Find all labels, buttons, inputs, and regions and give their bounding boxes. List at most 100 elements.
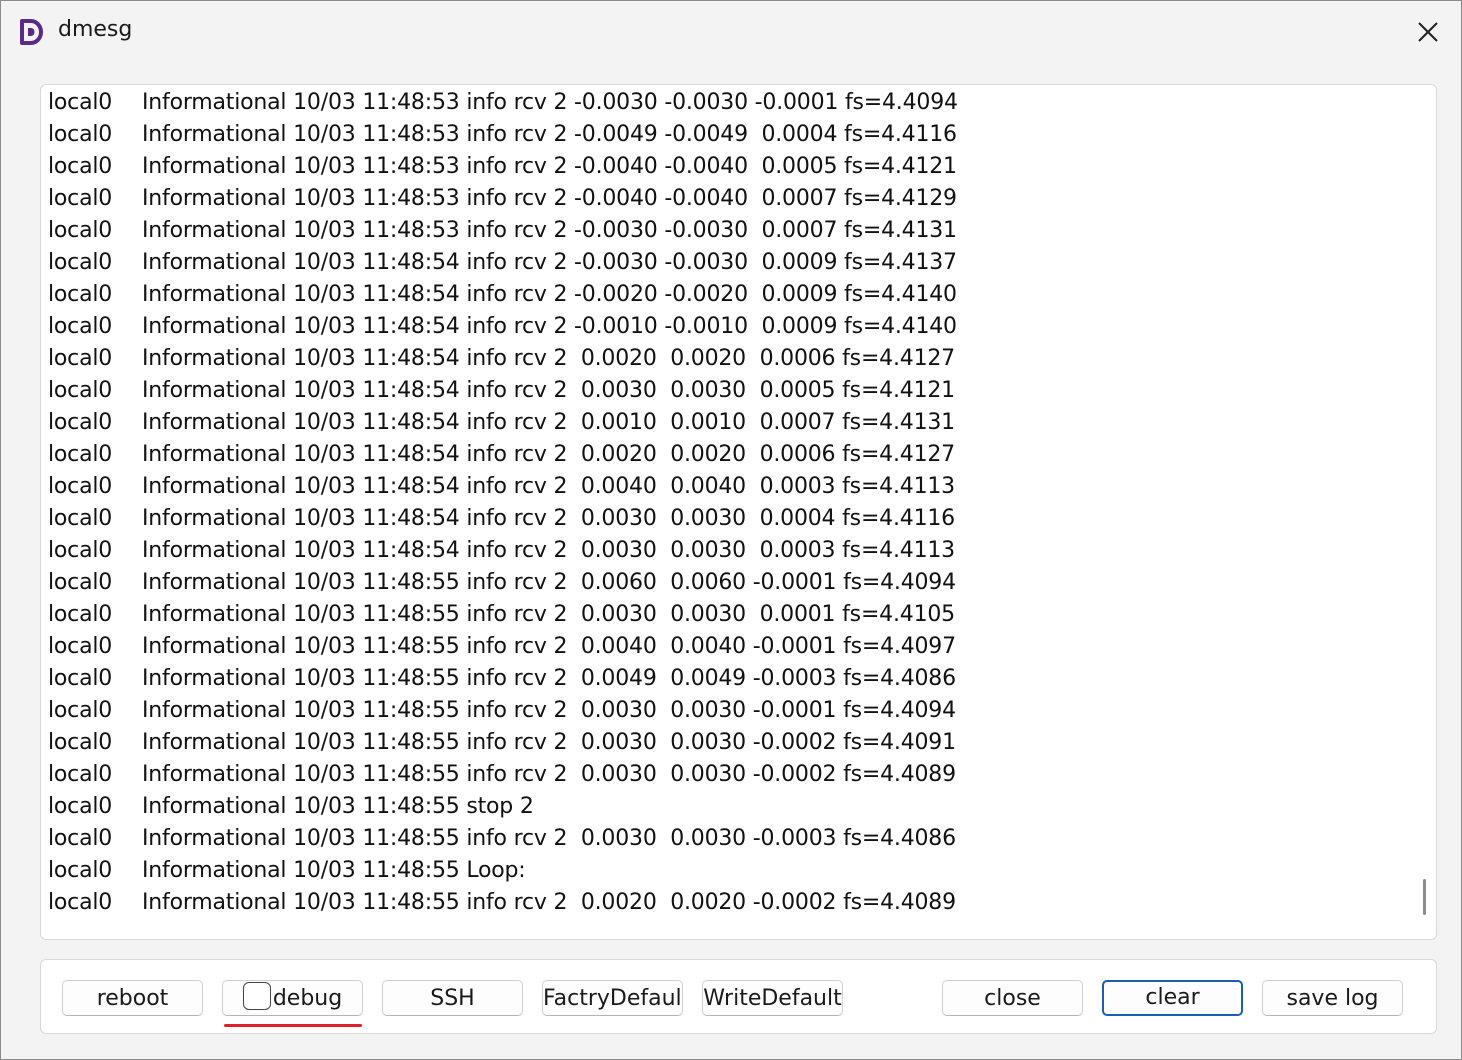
red-underline-annotation (224, 1024, 362, 1027)
log-line-message: Informational 10/03 11:48:55 info rcv 2 … (142, 890, 956, 915)
log-line-message: Informational 10/03 11:48:55 info rcv 2 … (142, 570, 956, 595)
log-line-source: local0 (48, 250, 113, 275)
log-line-message: Informational 10/03 11:48:54 info rcv 2 … (142, 346, 955, 371)
log-line: local0 Informational 10/03 11:48:53 info … (48, 183, 958, 215)
log-text-area[interactable]: local0 Informational 10/03 11:48:53 info … (40, 84, 1437, 940)
log-line: local0 Informational 10/03 11:48:54 info … (48, 503, 958, 535)
log-line: local0 Informational 10/03 11:48:55 info … (48, 663, 958, 695)
log-line-source: local0 (48, 346, 113, 371)
log-line-source: local0 (48, 826, 113, 851)
log-line-source: local0 (48, 730, 113, 755)
reboot-button[interactable]: reboot (62, 980, 203, 1016)
log-line: local0 Informational 10/03 11:48:53 info … (48, 87, 958, 119)
log-line-message: Informational 10/03 11:48:53 info rcv 2 … (142, 218, 957, 243)
log-line: local0 Informational 10/03 11:48:54 info … (48, 279, 958, 311)
log-line-source: local0 (48, 666, 113, 691)
log-line-source: local0 (48, 282, 113, 307)
log-line: local0 Informational 10/03 11:48:54 info … (48, 407, 958, 439)
log-line: local0 Informational 10/03 11:48:53 info … (48, 215, 958, 247)
log-line: local0 Informational 10/03 11:48:53 info … (48, 151, 958, 183)
close-icon[interactable] (1411, 15, 1445, 49)
log-line-message: Informational 10/03 11:48:53 info rcv 2 … (142, 122, 957, 147)
ssh-button[interactable]: SSH (382, 980, 523, 1016)
log-line-source: local0 (48, 602, 113, 627)
log-line-message: Informational 10/03 11:48:55 info rcv 2 … (142, 826, 956, 851)
log-line-message: Informational 10/03 11:48:55 Loop: (142, 858, 526, 883)
log-line-message: Informational 10/03 11:48:54 info rcv 2 … (142, 506, 955, 531)
log-line: local0 Informational 10/03 11:48:55 info … (48, 631, 958, 663)
write-default-button-label: WriteDefault (703, 986, 842, 1011)
log-line: local0 Informational 10/03 11:48:55 info … (48, 599, 958, 631)
log-line-message: Informational 10/03 11:48:54 info rcv 2 … (142, 314, 957, 339)
log-line-message: Informational 10/03 11:48:54 info rcv 2 … (142, 410, 955, 435)
save-log-button-label: save log (1286, 986, 1379, 1011)
log-line-source: local0 (48, 442, 113, 467)
log-line-source: local0 (48, 634, 113, 659)
debug-checkbox-label: debug (272, 986, 343, 1011)
window-title: dmesg (58, 17, 133, 42)
log-line-message: Informational 10/03 11:48:55 info rcv 2 … (142, 762, 956, 787)
log-line-message: Informational 10/03 11:48:54 info rcv 2 … (142, 250, 957, 275)
log-line: local0 Informational 10/03 11:48:54 info … (48, 311, 958, 343)
log-line-message: Informational 10/03 11:48:54 info rcv 2 … (142, 282, 957, 307)
log-line: local0 Informational 10/03 11:48:55 Loop: (48, 855, 958, 887)
log-line-source: local0 (48, 698, 113, 723)
log-line-message: Informational 10/03 11:48:53 info rcv 2 … (142, 186, 957, 211)
log-line-source: local0 (48, 858, 113, 883)
log-line-message: Informational 10/03 11:48:53 info rcv 2 … (142, 90, 958, 115)
log-line: local0 Informational 10/03 11:48:54 info … (48, 247, 958, 279)
log-list: local0 Informational 10/03 11:48:53 info … (48, 87, 958, 919)
vertical-scrollbar[interactable] (1423, 879, 1426, 915)
log-line: local0 Informational 10/03 11:48:55 info … (48, 887, 958, 919)
reboot-button-label: reboot (96, 986, 169, 1011)
log-line-message: Informational 10/03 11:48:53 info rcv 2 … (142, 154, 957, 179)
factory-default-button-label: FactryDefault (543, 986, 683, 1011)
log-line-message: Informational 10/03 11:48:54 info rcv 2 … (142, 538, 955, 563)
log-line: local0 Informational 10/03 11:48:55 info … (48, 823, 958, 855)
log-line: local0 Informational 10/03 11:48:54 info … (48, 535, 958, 567)
checkbox-icon (242, 982, 271, 1010)
log-line-message: Informational 10/03 11:48:55 info rcv 2 … (142, 698, 956, 723)
ssh-button-label: SSH (430, 986, 475, 1011)
log-line-message: Informational 10/03 11:48:54 info rcv 2 … (142, 378, 955, 403)
close-button-label: close (984, 986, 1041, 1011)
log-line-message: Informational 10/03 11:48:55 info rcv 2 … (142, 666, 956, 691)
dmesg-window: dmesg local0 Informational 10/03 11:48:53… (0, 0, 1462, 1060)
log-line-source: local0 (48, 186, 113, 211)
log-line: local0 Informational 10/03 11:48:54 info … (48, 471, 958, 503)
write-default-button[interactable]: WriteDefault (702, 980, 843, 1016)
close-button[interactable]: close (942, 980, 1083, 1016)
log-line-message: Informational 10/03 11:48:54 info rcv 2 … (142, 474, 955, 499)
log-line: local0 Informational 10/03 11:48:55 info … (48, 567, 958, 599)
log-line-message: Informational 10/03 11:48:54 info rcv 2 … (142, 442, 955, 467)
log-line: local0 Informational 10/03 11:48:55 info … (48, 727, 958, 759)
log-line-source: local0 (48, 122, 113, 147)
log-line-message: Informational 10/03 11:48:55 stop 2 (142, 794, 534, 819)
log-line-source: local0 (48, 218, 113, 243)
log-line-source: local0 (48, 314, 113, 339)
save-log-button[interactable]: save log (1262, 980, 1403, 1016)
log-line: local0 Informational 10/03 11:48:55 info … (48, 759, 958, 791)
factory-default-button[interactable]: FactryDefault (542, 980, 683, 1016)
clear-button[interactable]: clear (1102, 980, 1243, 1016)
log-line-source: local0 (48, 154, 113, 179)
log-line-source: local0 (48, 794, 113, 819)
log-line-message: Informational 10/03 11:48:55 info rcv 2 … (142, 602, 955, 627)
log-line-source: local0 (48, 506, 113, 531)
log-line-source: local0 (48, 410, 113, 435)
log-line: local0 Informational 10/03 11:48:55 info … (48, 695, 958, 727)
title-bar: dmesg (1, 1, 1461, 63)
debug-checkbox[interactable]: debug (222, 980, 363, 1016)
log-line-source: local0 (48, 890, 113, 915)
log-line-source: local0 (48, 90, 113, 115)
log-line-source: local0 (48, 378, 113, 403)
log-line-source: local0 (48, 762, 113, 787)
log-line-message: Informational 10/03 11:48:55 info rcv 2 … (142, 730, 956, 755)
log-line-message: Informational 10/03 11:48:55 info rcv 2 … (142, 634, 956, 659)
log-line: local0 Informational 10/03 11:48:55 stop … (48, 791, 958, 823)
log-line: local0 Informational 10/03 11:48:54 info … (48, 375, 958, 407)
log-line: local0 Informational 10/03 11:48:54 info … (48, 439, 958, 471)
log-line: local0 Informational 10/03 11:48:53 info … (48, 119, 958, 151)
log-line-source: local0 (48, 474, 113, 499)
clear-button-label: clear (1145, 985, 1200, 1010)
